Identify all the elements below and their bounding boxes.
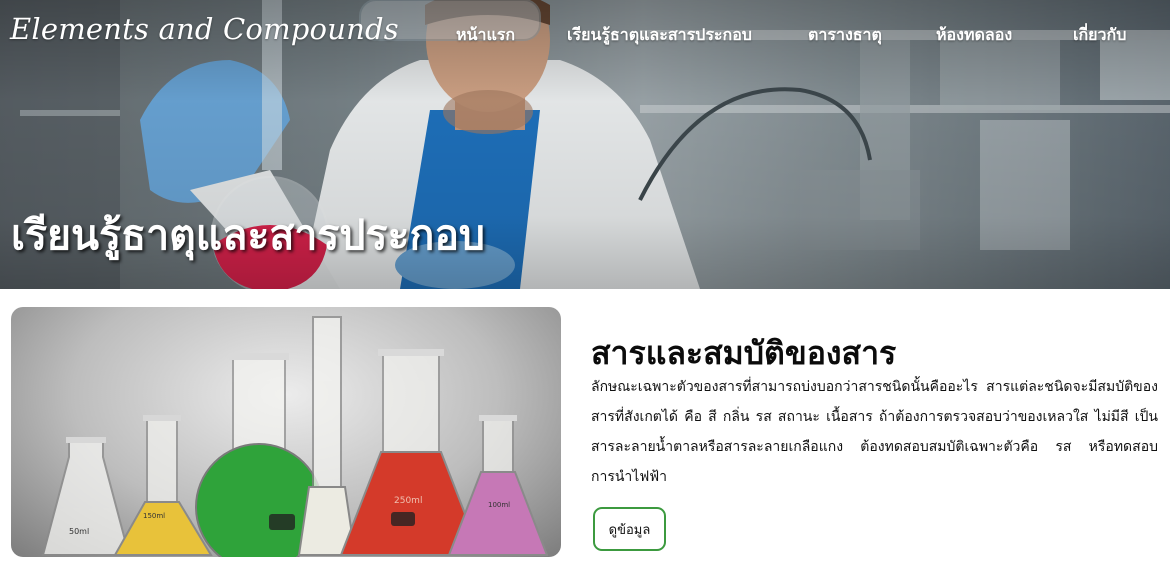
flask-label-250: 250ml (394, 496, 422, 506)
nav-about[interactable]: เกี่ยวกับ (1073, 23, 1126, 48)
nav-laboratory[interactable]: ห้องทดลอง (936, 23, 1012, 48)
cylinder-clear (297, 316, 357, 556)
hero-banner: Elements and Compounds หน้าแรก เรียนรู้ธ… (0, 0, 1170, 289)
nav-periodic-table[interactable]: ตารางธาตุ (808, 23, 882, 48)
flask-pink: 100ml (447, 415, 549, 556)
section-description: ลักษณะเฉพาะตัวของสารที่สามารถบ่งบอกว่าสา… (591, 379, 1158, 485)
chemistry-glassware-image: 50ml 150ml 250ml 100ml (11, 307, 561, 557)
flask-label-100: 100ml (488, 501, 510, 509)
flask-label-150: 150ml (143, 512, 165, 520)
main-nav: หน้าแรก เรียนรู้ธาตุและสารประกอบ ตารางธา… (0, 23, 1170, 47)
hero-title: เรียนรู้ธาตุและสารประกอบ (11, 211, 485, 259)
content-section: 50ml 150ml 250ml 100ml สารและสมบัติของสา… (0, 289, 1170, 570)
nav-learn-elements[interactable]: เรียนรู้ธาตุและสารประกอบ (567, 23, 752, 48)
view-details-button[interactable]: ดูข้อมูล (593, 507, 666, 551)
nav-home[interactable]: หน้าแรก (456, 23, 515, 48)
beaker-clear: 50ml (41, 437, 131, 556)
flask-yellow: 150ml (113, 415, 213, 556)
flask-label-50: 50ml (69, 527, 89, 536)
